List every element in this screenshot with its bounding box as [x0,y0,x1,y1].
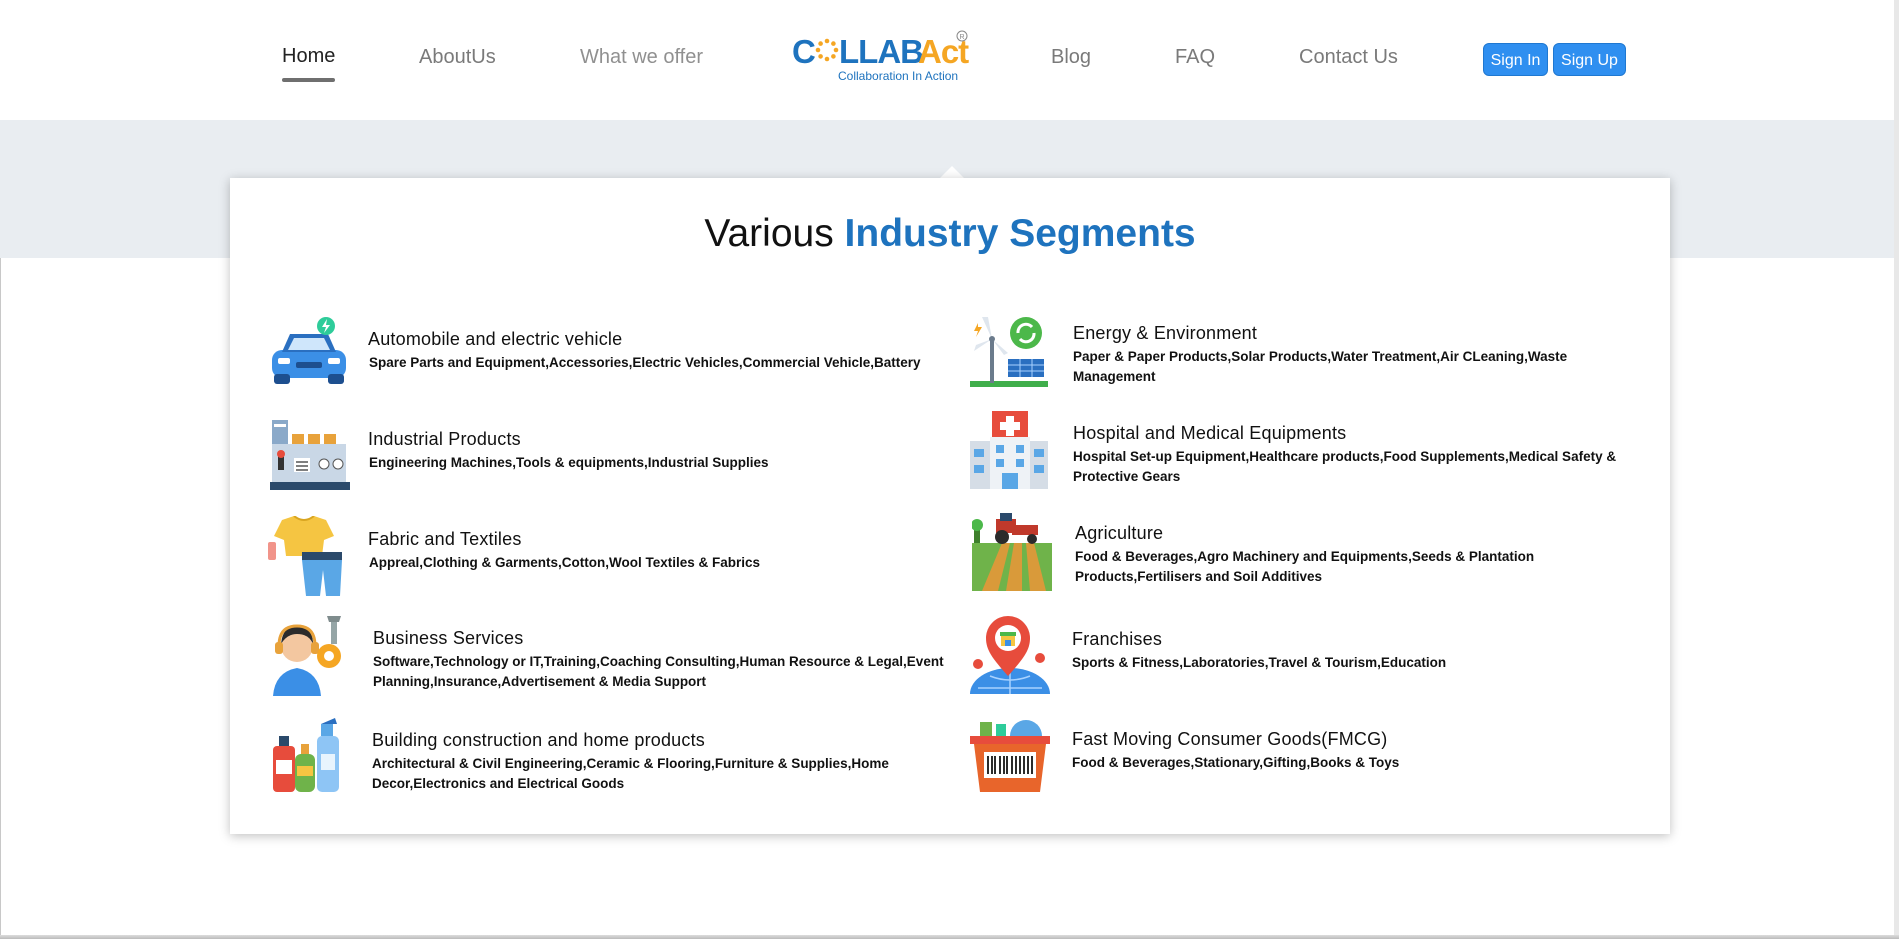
cleaning-products-icon [273,716,355,798]
sign-up-button[interactable]: Sign Up [1553,43,1626,76]
nav-aboutus[interactable]: AboutUs [419,46,496,69]
registered-mark: R [960,34,965,41]
nav-what-we-offer[interactable]: What we offer [580,46,703,69]
section-title-highlight: Industry Segments [844,212,1196,255]
collabact-logo[interactable]: C LLAB Act R Collaboration In Action [790,28,970,88]
shopping-basket-icon [970,714,1052,796]
nav-contact-us[interactable]: Contact Us [1299,46,1398,69]
segment-automobile[interactable]: Automobile and electric vehicle Spare Pa… [268,316,948,406]
svg-text:LLAB: LLAB [839,33,923,70]
section-title-plain: Various [704,212,834,255]
segment-title: Fast Moving Consumer Goods(FMCG) [1072,729,1388,749]
bottom-edge [0,935,1899,939]
segment-desc: Appreal,Clothing & Garments,Cotton,Wool … [369,555,761,570]
segment-title: Business Services [373,628,524,648]
segment-franchises[interactable]: Franchises Sports & Fitness,Laboratories… [970,614,1650,704]
segment-agriculture[interactable]: Agriculture Food & Beverages,Agro Machin… [971,511,1652,601]
segment-desc: Software,Technology or IT,Training,Coach… [373,654,944,689]
industrial-machine-icon [268,416,350,498]
sign-in-button[interactable]: Sign In [1483,43,1548,76]
clothing-icon [268,515,350,598]
nav-faq[interactable]: FAQ [1175,46,1215,69]
segment-industrial-products[interactable]: Industrial Products Engineering Machines… [268,416,948,506]
wind-solar-icon [970,311,1052,393]
segment-desc: Hospital Set-up Equipment,Healthcare pro… [1073,449,1617,484]
segment-building-construction[interactable]: Building construction and home products … [273,716,953,806]
segment-title: Franchises [1072,629,1163,649]
segment-title: Hospital and Medical Equipments [1073,423,1347,443]
segment-desc: Sports & Fitness,Laboratories,Travel & T… [1072,655,1447,670]
segment-desc: Spare Parts and Equipment,Accessories,El… [369,355,921,370]
nav-active-underline [282,78,335,82]
segment-title: Fabric and Textiles [368,529,522,549]
segment-desc: Food & Beverages,Stationary,Gifting,Book… [1072,755,1400,770]
segment-desc: Architectural & Civil Engineering,Cerami… [372,756,889,791]
nav-blog[interactable]: Blog [1051,46,1091,69]
segment-title: Energy & Environment [1073,323,1258,343]
segment-desc: Engineering Machines,Tools & equipments,… [369,455,769,470]
segment-fmcg[interactable]: Fast Moving Consumer Goods(FMCG) Food & … [970,714,1650,804]
section-title: Various Industry Segments [230,212,1670,256]
electric-car-icon [268,316,350,398]
hospital-icon [970,411,1052,493]
segment-fabric-textiles[interactable]: Fabric and Textiles Appreal,Clothing & G… [268,515,948,606]
segment-business-services[interactable]: Business Services Software,Technology or… [273,616,953,706]
nav-home[interactable]: Home [282,45,335,68]
segment-title: Industrial Products [368,429,521,449]
tractor-field-icon [971,511,1054,593]
segment-desc: Paper & Paper Products,Solar Products,Wa… [1073,349,1568,384]
segment-desc: Food & Beverages,Agro Machinery and Equi… [1075,549,1535,584]
franchise-location-icon [970,614,1052,696]
site-header: Home AboutUs What we offer C LLAB Act R … [0,0,1899,120]
logo-tagline: Collaboration In Action [838,69,958,83]
segment-title: Building construction and home products [372,730,705,750]
segment-title: Agriculture [1075,523,1164,543]
scrollbar-track[interactable] [1894,0,1899,939]
svg-text:C: C [792,33,815,70]
segment-energy-environment[interactable]: Energy & Environment Paper & Paper Produ… [970,311,1650,401]
segment-hospital-medical[interactable]: Hospital and Medical Equipments Hospital… [970,411,1650,501]
support-agent-icon [273,616,355,698]
segment-title: Automobile and electric vehicle [368,329,623,349]
industry-segments-card: Various Industry Segments Automobile and… [230,178,1670,834]
